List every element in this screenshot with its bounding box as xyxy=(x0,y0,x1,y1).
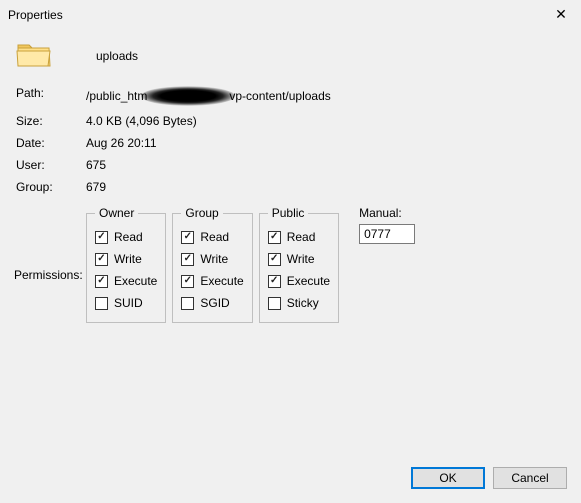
manual-input[interactable] xyxy=(359,224,415,244)
path-value: /public_htm vp-content/uploads xyxy=(86,86,567,106)
checkbox-icon[interactable] xyxy=(268,275,281,288)
user-value: 675 xyxy=(86,158,567,172)
path-label: Path: xyxy=(16,86,86,106)
checkbox-icon[interactable] xyxy=(268,231,281,244)
group-value: 679 xyxy=(86,180,567,194)
public-write-label: Write xyxy=(287,252,315,266)
manual-label: Manual: xyxy=(359,206,415,220)
manual-section: Manual: xyxy=(359,206,415,244)
public-sticky-row[interactable]: Sticky xyxy=(268,292,330,314)
path-prefix: /public_htm xyxy=(86,89,147,103)
group-group: Group Read Write Execute SGID xyxy=(172,206,252,323)
public-execute-row[interactable]: Execute xyxy=(268,270,330,292)
owner-execute-label: Execute xyxy=(114,274,157,288)
path-suffix: vp-content/uploads xyxy=(229,89,330,103)
group-write-row[interactable]: Write xyxy=(181,248,243,270)
cancel-button[interactable]: Cancel xyxy=(493,467,567,489)
checkbox-icon[interactable] xyxy=(181,275,194,288)
checkbox-icon[interactable] xyxy=(268,253,281,266)
close-icon[interactable]: ✕ xyxy=(551,6,571,23)
checkbox-icon[interactable] xyxy=(181,231,194,244)
folder-name: uploads xyxy=(96,49,138,63)
ok-button[interactable]: OK xyxy=(411,467,485,489)
owner-read-label: Read xyxy=(114,230,143,244)
folder-icon xyxy=(16,39,52,72)
owner-execute-row[interactable]: Execute xyxy=(95,270,157,292)
group-legend: Group xyxy=(181,206,222,220)
checkbox-icon[interactable] xyxy=(95,275,108,288)
checkbox-icon[interactable] xyxy=(95,231,108,244)
titlebar: Properties ✕ xyxy=(0,0,581,27)
redacted-segment xyxy=(141,86,235,106)
group-execute-label: Execute xyxy=(200,274,243,288)
size-label: Size: xyxy=(16,114,86,128)
date-label: Date: xyxy=(16,136,86,150)
owner-write-label: Write xyxy=(114,252,142,266)
group-write-label: Write xyxy=(200,252,228,266)
permissions-section: Permissions: Owner Read Write Execute xyxy=(14,194,567,323)
button-row: OK Cancel xyxy=(411,467,567,489)
size-value: 4.0 KB (4,096 Bytes) xyxy=(86,114,567,128)
public-sticky-label: Sticky xyxy=(287,296,319,310)
window-title: Properties xyxy=(8,8,63,22)
public-group: Public Read Write Execute Sticky xyxy=(259,206,339,323)
public-read-label: Read xyxy=(287,230,316,244)
group-label: Group: xyxy=(16,180,86,194)
date-value: Aug 26 20:11 xyxy=(86,136,567,150)
owner-group: Owner Read Write Execute SUID xyxy=(86,206,166,323)
permissions-label: Permissions: xyxy=(14,206,86,282)
public-write-row[interactable]: Write xyxy=(268,248,330,270)
owner-suid-row[interactable]: SUID xyxy=(95,292,157,314)
group-read-row[interactable]: Read xyxy=(181,226,243,248)
content-area: uploads Path: /public_htm vp-content/upl… xyxy=(0,27,581,323)
checkbox-icon[interactable] xyxy=(268,297,281,310)
group-execute-row[interactable]: Execute xyxy=(181,270,243,292)
checkbox-icon[interactable] xyxy=(181,297,194,310)
folder-header: uploads xyxy=(14,35,567,86)
checkbox-icon[interactable] xyxy=(181,253,194,266)
owner-write-row[interactable]: Write xyxy=(95,248,157,270)
public-execute-label: Execute xyxy=(287,274,330,288)
checkbox-icon[interactable] xyxy=(95,297,108,310)
group-sgid-row[interactable]: SGID xyxy=(181,292,243,314)
owner-suid-label: SUID xyxy=(114,296,143,310)
group-read-label: Read xyxy=(200,230,229,244)
permission-groups: Owner Read Write Execute SUID xyxy=(86,206,339,323)
public-legend: Public xyxy=(268,206,309,220)
group-sgid-label: SGID xyxy=(200,296,229,310)
user-label: User: xyxy=(16,158,86,172)
owner-read-row[interactable]: Read xyxy=(95,226,157,248)
info-table: Path: /public_htm vp-content/uploads Siz… xyxy=(14,86,567,194)
checkbox-icon[interactable] xyxy=(95,253,108,266)
owner-legend: Owner xyxy=(95,206,138,220)
public-read-row[interactable]: Read xyxy=(268,226,330,248)
